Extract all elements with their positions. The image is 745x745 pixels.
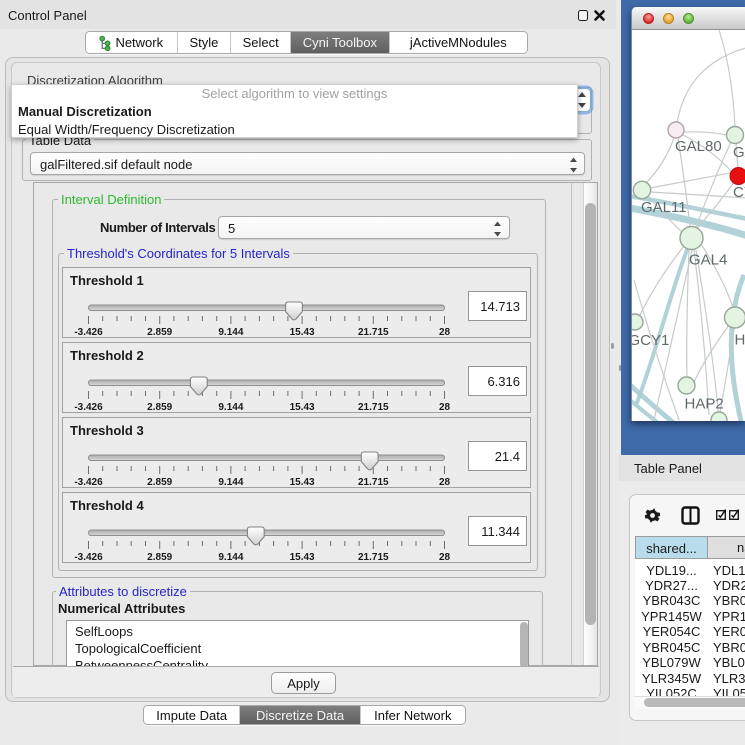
svg-text:GAL80: GAL80	[675, 138, 722, 155]
svg-text:GCY1: GCY1	[632, 332, 669, 349]
svg-text:21.715: 21.715	[358, 552, 389, 563]
svg-text:2.859: 2.859	[147, 552, 172, 563]
svg-text:21.715: 21.715	[358, 477, 389, 488]
svg-text:28: 28	[439, 477, 451, 488]
svg-text:-3.426: -3.426	[74, 477, 103, 488]
svg-text:9.144: 9.144	[218, 477, 243, 488]
svg-text:15.43: 15.43	[290, 327, 315, 338]
svg-text:15.43: 15.43	[290, 552, 315, 563]
svg-text:-3.426: -3.426	[74, 402, 103, 413]
svg-text:9.144: 9.144	[218, 327, 243, 338]
svg-text:15.43: 15.43	[290, 402, 315, 413]
svg-text:9.144: 9.144	[218, 552, 243, 563]
svg-text:2.859: 2.859	[147, 327, 172, 338]
svg-text:CY: CY	[733, 184, 745, 201]
svg-text:-3.426: -3.426	[74, 552, 103, 563]
svg-text:HA: HA	[735, 332, 745, 349]
svg-text:21.715: 21.715	[358, 402, 389, 413]
svg-text:2.859: 2.859	[147, 402, 172, 413]
svg-text:HAP2: HAP2	[685, 396, 724, 413]
svg-text:GAL11: GAL11	[641, 199, 687, 216]
svg-text:28: 28	[439, 402, 451, 413]
svg-text:9.144: 9.144	[218, 402, 243, 413]
svg-text:28: 28	[439, 552, 451, 563]
svg-text:GAL: GAL	[733, 144, 745, 161]
svg-text:2.859: 2.859	[147, 477, 172, 488]
svg-text:28: 28	[439, 327, 451, 338]
svg-text:21.715: 21.715	[358, 327, 389, 338]
svg-text:15.43: 15.43	[290, 477, 315, 488]
svg-text:-3.426: -3.426	[74, 327, 103, 338]
svg-text:GAL4: GAL4	[689, 252, 727, 269]
